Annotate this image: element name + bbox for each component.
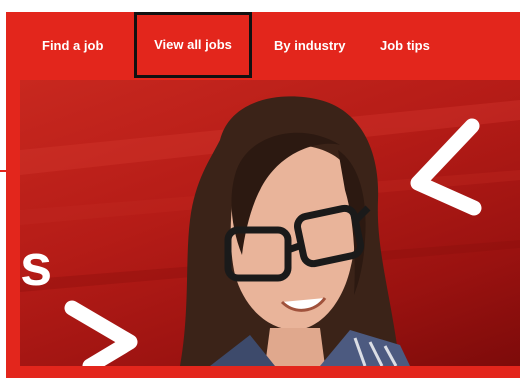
frame-edge (0, 170, 14, 172)
nav-find-a-job[interactable]: Find a job (42, 12, 103, 80)
nav-job-tips[interactable]: Job tips (380, 12, 430, 80)
site-frame: Find a job View all jobs By industry Job… (6, 12, 520, 378)
chevron-decoration-bottom-icon (64, 300, 138, 366)
chevron-decoration-icon (410, 118, 482, 216)
hero-banner: s (20, 80, 520, 366)
hero-image: s (20, 96, 520, 366)
nav-by-industry[interactable]: By industry (274, 12, 346, 80)
nav-view-all-jobs[interactable]: View all jobs (134, 12, 252, 78)
main-navigation: Find a job View all jobs By industry Job… (6, 12, 520, 80)
hero-partial-heading: s (20, 233, 52, 298)
